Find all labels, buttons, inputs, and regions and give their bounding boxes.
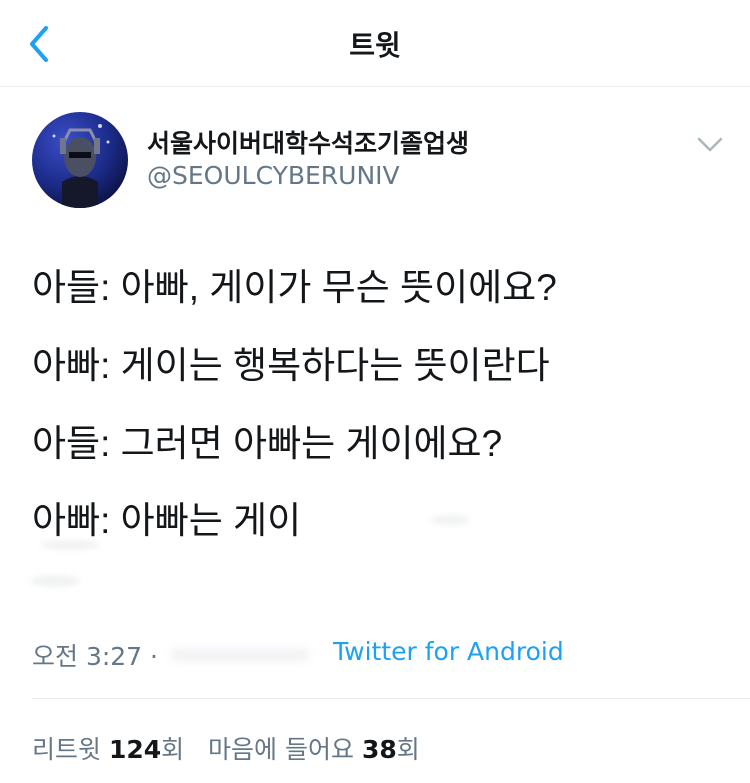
- redaction-smudge: [430, 515, 470, 525]
- redaction-smudge: [30, 575, 80, 587]
- tweet-options-button[interactable]: [690, 128, 730, 162]
- avatar[interactable]: [32, 112, 128, 208]
- like-unit: 회: [396, 735, 420, 764]
- tweet-text-line: 아빠: 아빠는 게이: [32, 500, 302, 541]
- chevron-down-icon: [697, 137, 723, 152]
- author-display-name[interactable]: 서울사이버대학수석조기졸업생: [147, 124, 469, 160]
- tweet-text-line: 아빠: 게이는 행복하다는 뜻이란다: [32, 345, 550, 386]
- redaction-smudge: [40, 540, 100, 550]
- avatar-image: [32, 112, 128, 208]
- engagement-stats: 리트윗 124회 마음에 들어요 38회: [32, 730, 420, 766]
- tweet-source-link[interactable]: Twitter for Android: [333, 637, 564, 666]
- like-label: 마음에 들어요: [208, 735, 354, 764]
- like-count-link[interactable]: 마음에 들어요 38회: [208, 735, 420, 764]
- tweet-text-line: 아들: 그러면 아빠는 게이에요?: [32, 423, 503, 464]
- page-title: 트윗: [349, 29, 401, 62]
- tweet-text-line: 아들: 아빠, 게이가 무슨 뜻이에요?: [32, 267, 557, 308]
- retweet-count: 124: [108, 735, 162, 764]
- divider: [32, 698, 750, 699]
- redacted-date: [170, 648, 310, 662]
- author-handle[interactable]: @SEOULCYBERUNIV: [147, 161, 400, 190]
- retweet-label: 리트윗: [32, 735, 102, 764]
- top-bar: 트윗: [0, 0, 750, 87]
- like-count: 38: [361, 735, 397, 764]
- retweet-unit: 회: [161, 735, 185, 764]
- retweet-count-link[interactable]: 리트윗 124회: [32, 735, 192, 764]
- tweet-timestamp: 오전 3:27 ·: [32, 642, 158, 671]
